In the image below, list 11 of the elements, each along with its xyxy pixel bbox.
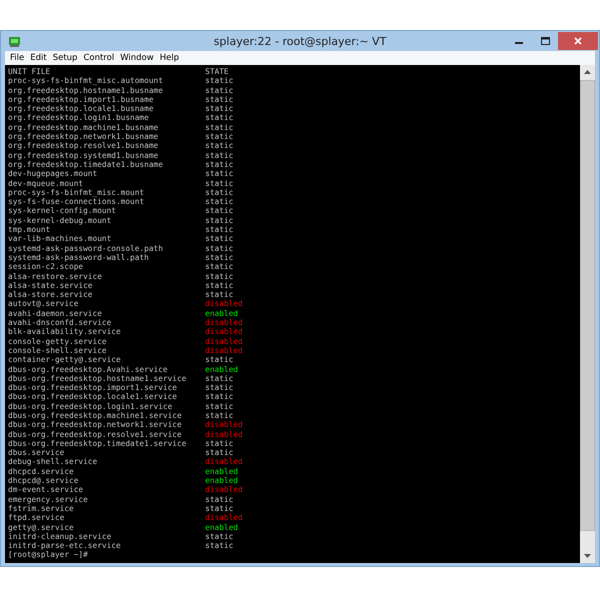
close-icon <box>574 37 582 45</box>
menu-item[interactable]: Control <box>83 53 114 63</box>
close-button[interactable] <box>558 32 598 50</box>
window-title: splayer:22 - root@splayer:~ VT <box>214 34 386 48</box>
terminal-icon <box>9 36 20 46</box>
menu-item[interactable]: Edit <box>30 53 47 63</box>
menu-item[interactable]: File <box>10 53 24 63</box>
menu-item[interactable]: Setup <box>52 53 78 63</box>
menu-item[interactable]: Window <box>120 53 154 63</box>
menu-item[interactable]: Help <box>160 53 180 63</box>
maximize-icon <box>540 37 550 45</box>
